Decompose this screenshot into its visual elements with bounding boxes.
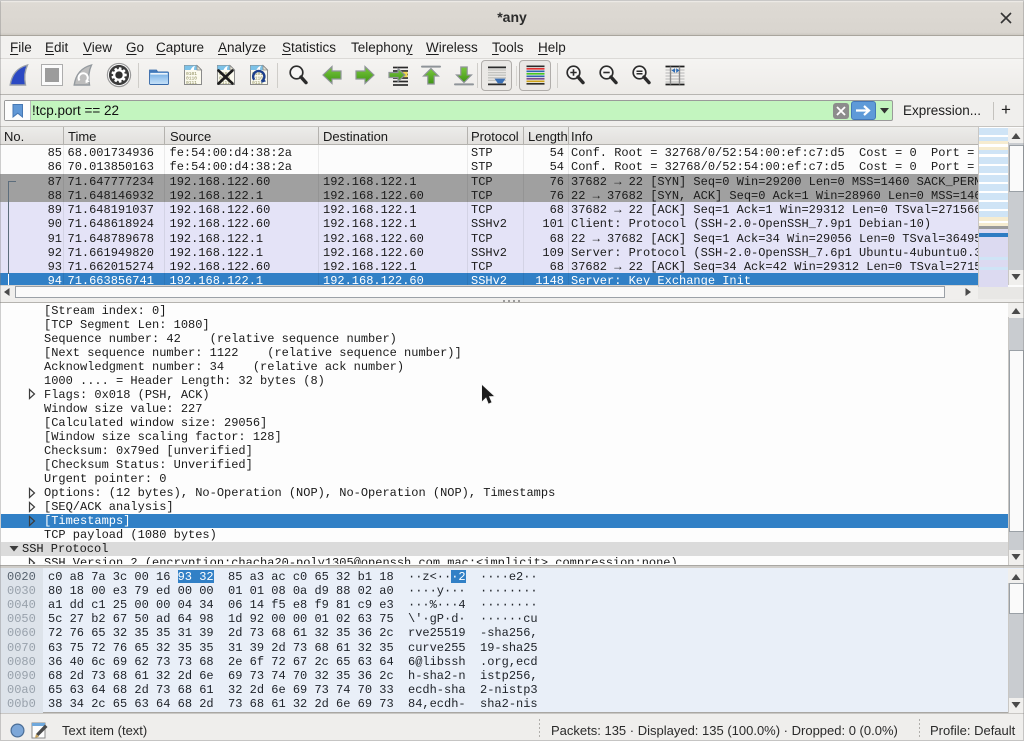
svg-text:0111: 0111 — [186, 80, 197, 86]
